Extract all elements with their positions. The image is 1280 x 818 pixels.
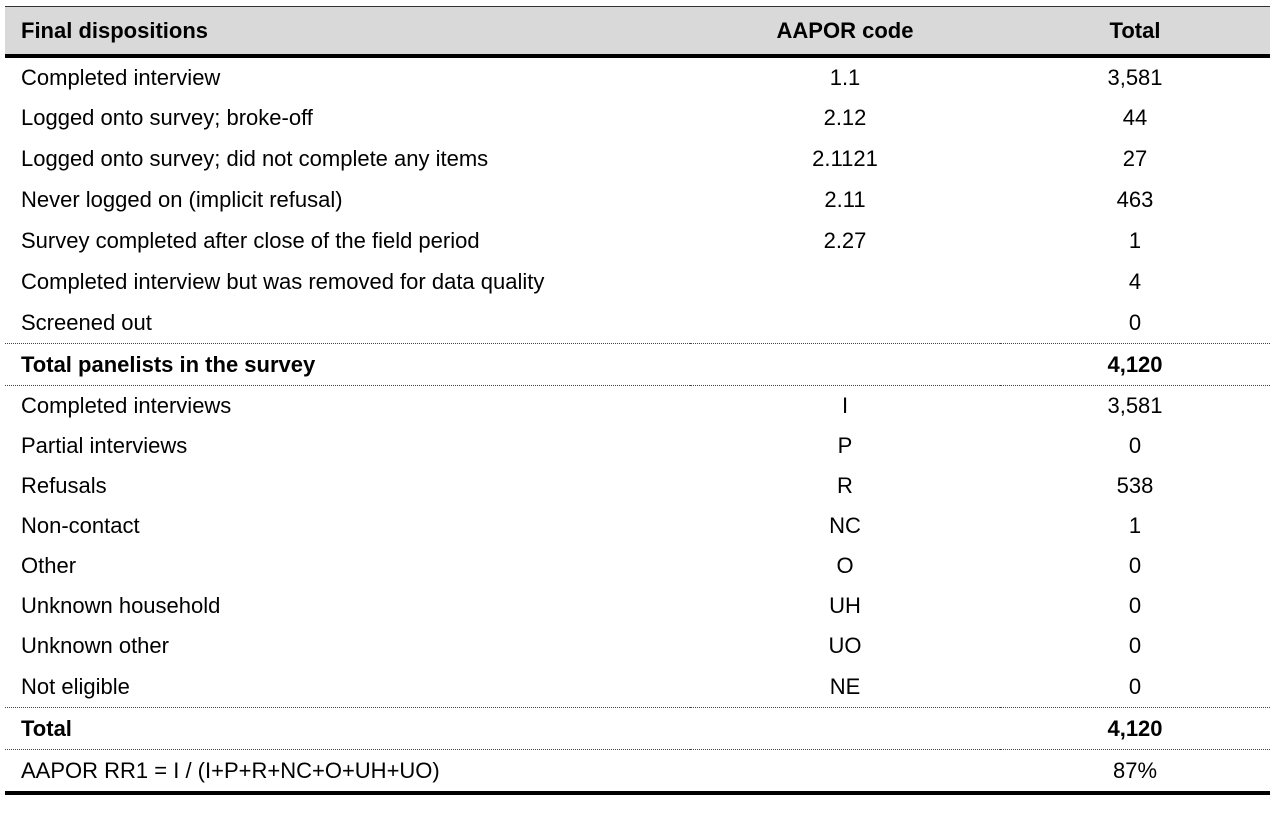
row-total: 0	[1128, 633, 1142, 658]
row-total: 0	[1128, 309, 1142, 335]
table-row: Completed interview 1.1 3,581	[5, 56, 1270, 98]
table-row: Completed interviews I 3,581	[5, 385, 1270, 426]
row-code	[690, 261, 1000, 302]
row-label: Logged onto survey; did not complete any…	[21, 145, 489, 171]
row-code: 1.1	[829, 65, 861, 90]
row-total: 0	[1128, 593, 1142, 618]
row-code: UO	[828, 633, 862, 658]
row-code: NE	[829, 673, 861, 699]
row-total: 538	[1116, 473, 1154, 498]
table-row: Logged onto survey; did not complete any…	[5, 138, 1270, 179]
row-label: Partial interviews	[21, 433, 188, 458]
table-header: Final dispositions AAPOR code Total	[5, 6, 1270, 56]
header-aapor-code: AAPOR code	[776, 17, 914, 43]
row-total: 0	[1128, 553, 1142, 578]
row-label: Completed interviews	[5, 385, 690, 426]
row-label: Survey completed after close of the fiel…	[21, 227, 480, 253]
row-total: 463	[1116, 186, 1154, 212]
table-row: Completed interview but was removed for …	[5, 261, 1270, 302]
row-label: Refusals	[21, 473, 107, 498]
row-total: 3,581	[1000, 385, 1270, 426]
row-total: 87%	[1000, 749, 1270, 795]
row-label: AAPOR RR1 = I / (I+P+R+NC+O+UH+UO)	[5, 749, 690, 795]
row-label: Unknown household	[21, 593, 221, 618]
header-total: Total	[1109, 17, 1161, 43]
row-code	[690, 343, 1000, 386]
table-row: Unknown household UH 0	[5, 586, 1270, 626]
row-code: NC	[829, 513, 861, 538]
final-dispositions-table: Final dispositions AAPOR code Total Comp…	[5, 6, 1270, 795]
row-code	[690, 302, 1000, 344]
row-code: 2.27	[823, 227, 867, 253]
header-row: Final dispositions AAPOR code Total	[5, 6, 1270, 56]
row-label: Non-contact	[21, 513, 140, 538]
row-label: Completed interview	[21, 65, 221, 90]
row-total: 4,120	[1000, 707, 1270, 750]
row-code: 2.11	[824, 186, 866, 212]
total-row: Total 4,120	[5, 707, 1270, 750]
row-total: 4	[1128, 268, 1142, 294]
row-total: 1	[1128, 227, 1142, 253]
table-row: Non-contact NC 1	[5, 506, 1270, 546]
row-total: 0	[1128, 433, 1142, 458]
row-code	[690, 749, 1000, 795]
row-total: 1	[1128, 513, 1142, 538]
row-label: Not eligible	[21, 673, 130, 699]
row-code: O	[836, 553, 854, 578]
row-code: R	[837, 473, 853, 498]
row-label: Never logged on (implicit refusal)	[21, 186, 343, 212]
row-code	[690, 707, 1000, 750]
row-total: 44	[1122, 105, 1148, 130]
row-code: P	[837, 433, 853, 458]
row-label: Logged onto survey; broke-off	[21, 105, 313, 130]
header-final-dispositions: Final dispositions	[21, 17, 209, 43]
row-label: Total	[5, 707, 690, 750]
table-row: Partial interviews P 0	[5, 426, 1270, 466]
table-body: Completed interview 1.1 3,581 Logged ont…	[5, 56, 1270, 795]
dispositions-table-container: Final dispositions AAPOR code Total Comp…	[5, 6, 1270, 795]
table-row: Not eligible NE 0	[5, 666, 1270, 708]
row-code: 2.12	[823, 105, 867, 130]
row-label: Total panelists in the survey	[5, 343, 690, 386]
table-row: Other O 0	[5, 546, 1270, 586]
row-code: I	[690, 385, 1000, 426]
row-total: 4,120	[1000, 343, 1270, 386]
table-row: Unknown other UO 0	[5, 626, 1270, 666]
row-label: Unknown other	[21, 633, 169, 658]
table-row: Survey completed after close of the fiel…	[5, 220, 1270, 261]
row-total: 27	[1122, 145, 1148, 171]
row-total: 3,581	[1107, 65, 1163, 90]
table-row: Screened out 0	[5, 302, 1270, 344]
row-label: Completed interview but was removed for …	[21, 268, 545, 294]
response-rate-row: AAPOR RR1 = I / (I+P+R+NC+O+UH+UO) 87%	[5, 749, 1270, 795]
subtotal-row: Total panelists in the survey 4,120	[5, 343, 1270, 386]
row-total: 0	[1128, 673, 1142, 699]
row-label: Screened out	[21, 309, 152, 335]
row-label: Other	[21, 553, 77, 578]
row-code: UH	[829, 593, 861, 618]
row-code: 2.1121	[812, 145, 878, 171]
table-row: Logged onto survey; broke-off 2.12 44	[5, 98, 1270, 138]
table-row: Never logged on (implicit refusal) 2.11 …	[5, 179, 1270, 220]
table-row: Refusals R 538	[5, 466, 1270, 506]
